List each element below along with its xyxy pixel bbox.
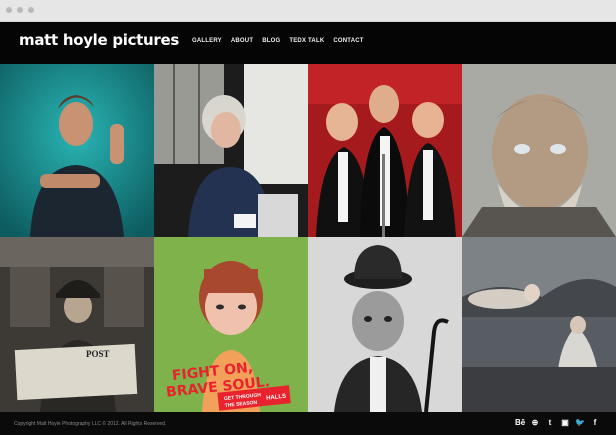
gallery-photo-bowler-man[interactable] — [308, 237, 462, 412]
gallery-photo-woman-smoking[interactable] — [154, 64, 308, 237]
gallery-photo-newspaper-man[interactable]: POST — [0, 237, 154, 412]
dribbble-icon[interactable]: ⊕ — [530, 418, 540, 428]
browser-window: matt hoyle pictures GALLERY ABOUT BLOG T… — [0, 0, 616, 435]
nav-gallery[interactable]: GALLERY — [192, 38, 222, 44]
newspaper-masthead: POST — [86, 349, 110, 359]
maximize-window-dot[interactable] — [28, 7, 34, 13]
photo-three-men-image — [308, 64, 462, 237]
photo-halls-poster-image: FIGHT ON, BRAVE SOUL. GET THROUGH THE SE… — [154, 237, 308, 412]
gallery-photo-forest-women[interactable] — [462, 237, 616, 412]
twitter-icon[interactable]: 🐦 — [575, 418, 585, 428]
tumblr-icon[interactable]: t — [545, 418, 555, 428]
copyright-text: Copyright Matt Hoyle Photography LLC © 2… — [14, 421, 167, 427]
website: matt hoyle pictures GALLERY ABOUT BLOG T… — [0, 22, 616, 435]
site-logo[interactable]: matt hoyle pictures — [19, 31, 179, 49]
minimize-window-dot[interactable] — [17, 7, 23, 13]
gallery-photo-old-man[interactable] — [462, 64, 616, 237]
site-footer: Copyright Matt Hoyle Photography LLC © 2… — [0, 412, 616, 435]
social-links: Bē ⊕ t ▣ 🐦 f — [515, 418, 600, 428]
photo-gallery-grid: POST FIGHT ON, BRAVE SOUL. GET THROUGH T… — [0, 64, 616, 412]
photo-woman-smoking-image — [154, 64, 308, 237]
nav-tedx-talk[interactable]: TEDX TALK — [289, 38, 324, 44]
facebook-icon[interactable]: f — [590, 418, 600, 428]
nav-about[interactable]: ABOUT — [231, 38, 253, 44]
photo-old-man-image — [462, 64, 616, 237]
gallery-photo-man-teal[interactable] — [0, 64, 154, 237]
gallery-photo-three-men[interactable] — [308, 64, 462, 237]
nav-blog[interactable]: BLOG — [262, 38, 280, 44]
photo-forest-women-image — [462, 237, 616, 412]
behance-icon[interactable]: Bē — [515, 418, 525, 428]
photo-bowler-man-image — [308, 237, 462, 412]
nav-contact[interactable]: CONTACT — [333, 38, 363, 44]
browser-title-bar — [0, 0, 616, 22]
site-header: matt hoyle pictures GALLERY ABOUT BLOG T… — [0, 22, 616, 64]
gallery-photo-halls-poster[interactable]: FIGHT ON, BRAVE SOUL. GET THROUGH THE SE… — [154, 237, 308, 412]
photo-man-teal-image — [0, 64, 154, 237]
main-nav: GALLERY ABOUT BLOG TEDX TALK CONTACT — [192, 38, 364, 44]
close-window-dot[interactable] — [6, 7, 12, 13]
photo-newspaper-man-image: POST — [0, 237, 154, 412]
instagram-icon[interactable]: ▣ — [560, 418, 570, 428]
